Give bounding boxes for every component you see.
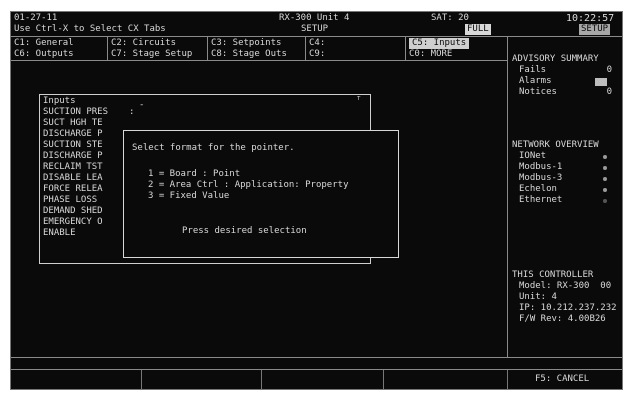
controller-firmware: F/W Rev: 4.00B26 <box>519 314 606 324</box>
inputs-panel-title: Inputs <box>43 96 76 106</box>
network-item-modbus3: Modbus-3 <box>519 173 563 183</box>
controller-title: THIS CONTROLLER <box>512 270 594 280</box>
input-row[interactable]: SUCT HGH TE <box>43 118 103 129</box>
network-title: NETWORK OVERVIEW <box>512 140 599 150</box>
tab-stage-setup[interactable]: C7: Stage Setup <box>111 49 192 60</box>
header-divider <box>11 36 622 37</box>
fails-label: Fails <box>519 65 547 75</box>
fkey-separator <box>383 370 384 389</box>
header-time: 10:22:57 <box>566 13 615 24</box>
controller-unit: Unit: 4 <box>519 292 557 302</box>
tab-outputs[interactable]: C6: Outputs <box>14 49 74 60</box>
input-row[interactable]: RECLAIM TST <box>43 162 103 173</box>
fkey-divider <box>11 369 622 370</box>
tab-more[interactable]: C0: MORE <box>409 49 452 60</box>
input-row[interactable]: SUCTION PRES <box>43 107 108 118</box>
header-hint: Use Ctrl-X to Select CX Tabs <box>14 24 166 34</box>
tab-separator <box>305 37 306 60</box>
input-row[interactable]: DEMAND SHED <box>43 206 103 217</box>
status-dot-icon <box>603 199 607 203</box>
fkey-separator <box>507 370 508 389</box>
tab-general[interactable]: C1: General <box>14 38 74 49</box>
tab-separator <box>107 37 108 60</box>
tab-c9[interactable]: C9: <box>309 49 325 60</box>
network-item-ethernet: Ethernet <box>519 195 563 205</box>
tab-c4[interactable]: C4: <box>309 38 325 49</box>
status-dot-icon <box>603 188 607 192</box>
input-row[interactable]: DISABLE LEA <box>43 173 103 184</box>
controller-ip: IP: 10.212.237.232 <box>519 303 617 313</box>
input-row[interactable]: DISCHARGE P <box>43 129 103 140</box>
sidebar-divider <box>507 37 508 357</box>
tab-inputs[interactable]: C5: Inputs <box>409 38 470 49</box>
input-row[interactable]: FORCE RELEA <box>43 184 103 195</box>
tab-separator <box>207 37 208 60</box>
f3-key[interactable] <box>271 372 371 387</box>
dialog-option-3[interactable]: 3 = Fixed Value <box>148 191 229 202</box>
alarms-indicator <box>595 78 607 86</box>
status-dot-icon <box>603 177 607 181</box>
header-date: 01-27-11 <box>14 13 58 23</box>
status-divider <box>11 357 622 358</box>
tab-setpoints[interactable]: C3: Setpoints <box>211 38 281 49</box>
pointer-format-dialog: Select format for the pointer. 1 = Board… <box>123 130 399 258</box>
f5-cancel-key[interactable]: F5: CANCEL <box>535 374 589 385</box>
advisory-title: ADVISORY SUMMARY <box>512 54 599 64</box>
dialog-option-2[interactable]: 2 = Area Ctrl : Application: Property <box>148 180 348 191</box>
status-dot-icon <box>603 155 607 159</box>
network-item-echelon: Echelon <box>519 184 557 194</box>
fkey-separator <box>261 370 262 389</box>
dialog-title: Select format for the pointer. <box>132 143 295 153</box>
input-row[interactable]: EMERGENCY O <box>43 217 103 228</box>
tab-stage-outs[interactable]: C8: Stage Outs <box>211 49 287 60</box>
notices-label: Notices <box>519 87 557 97</box>
header-unit: RX-300 Unit 4 <box>279 13 350 23</box>
field-indicator: - <box>139 100 145 110</box>
network-item-modbus1: Modbus-1 <box>519 162 563 172</box>
cursor-marker: ᵀ <box>356 96 362 106</box>
input-row[interactable]: ENABLE <box>43 228 76 239</box>
dialog-prompt: Press desired selection <box>182 226 307 236</box>
sat-badge: FULL <box>465 24 491 35</box>
input-row[interactable]: DISCHARGE P <box>43 151 103 162</box>
input-row-colon: : <box>129 107 135 117</box>
dialog-option-1[interactable]: 1 = Board : Point <box>148 169 240 180</box>
header-mode: SETUP <box>301 24 329 34</box>
fkey-separator <box>141 370 142 389</box>
f2-key[interactable] <box>151 372 251 387</box>
header-sat: SAT: 20 <box>431 13 469 23</box>
alarms-label: Alarms <box>519 76 552 86</box>
tab-circuits[interactable]: C2: Circuits <box>111 38 176 49</box>
input-row[interactable]: PHASE LOSS <box>43 195 97 206</box>
input-row[interactable]: SUCTION STE <box>43 140 103 151</box>
f4-key[interactable] <box>393 372 493 387</box>
f1-key[interactable] <box>33 372 133 387</box>
network-item-ionet: IONet <box>519 151 547 161</box>
controller-screen: 01-27-11 RX-300 Unit 4 SAT: 20 10:22:57 … <box>10 11 623 390</box>
tab-separator <box>405 37 406 60</box>
setup-badge: SETUP <box>579 24 611 35</box>
fails-value: 0 <box>606 65 612 75</box>
status-dot-icon <box>603 166 607 170</box>
controller-model: Model: RX-300 00 <box>519 281 612 291</box>
notices-value: 0 <box>606 87 612 97</box>
tabs-divider <box>11 60 507 61</box>
